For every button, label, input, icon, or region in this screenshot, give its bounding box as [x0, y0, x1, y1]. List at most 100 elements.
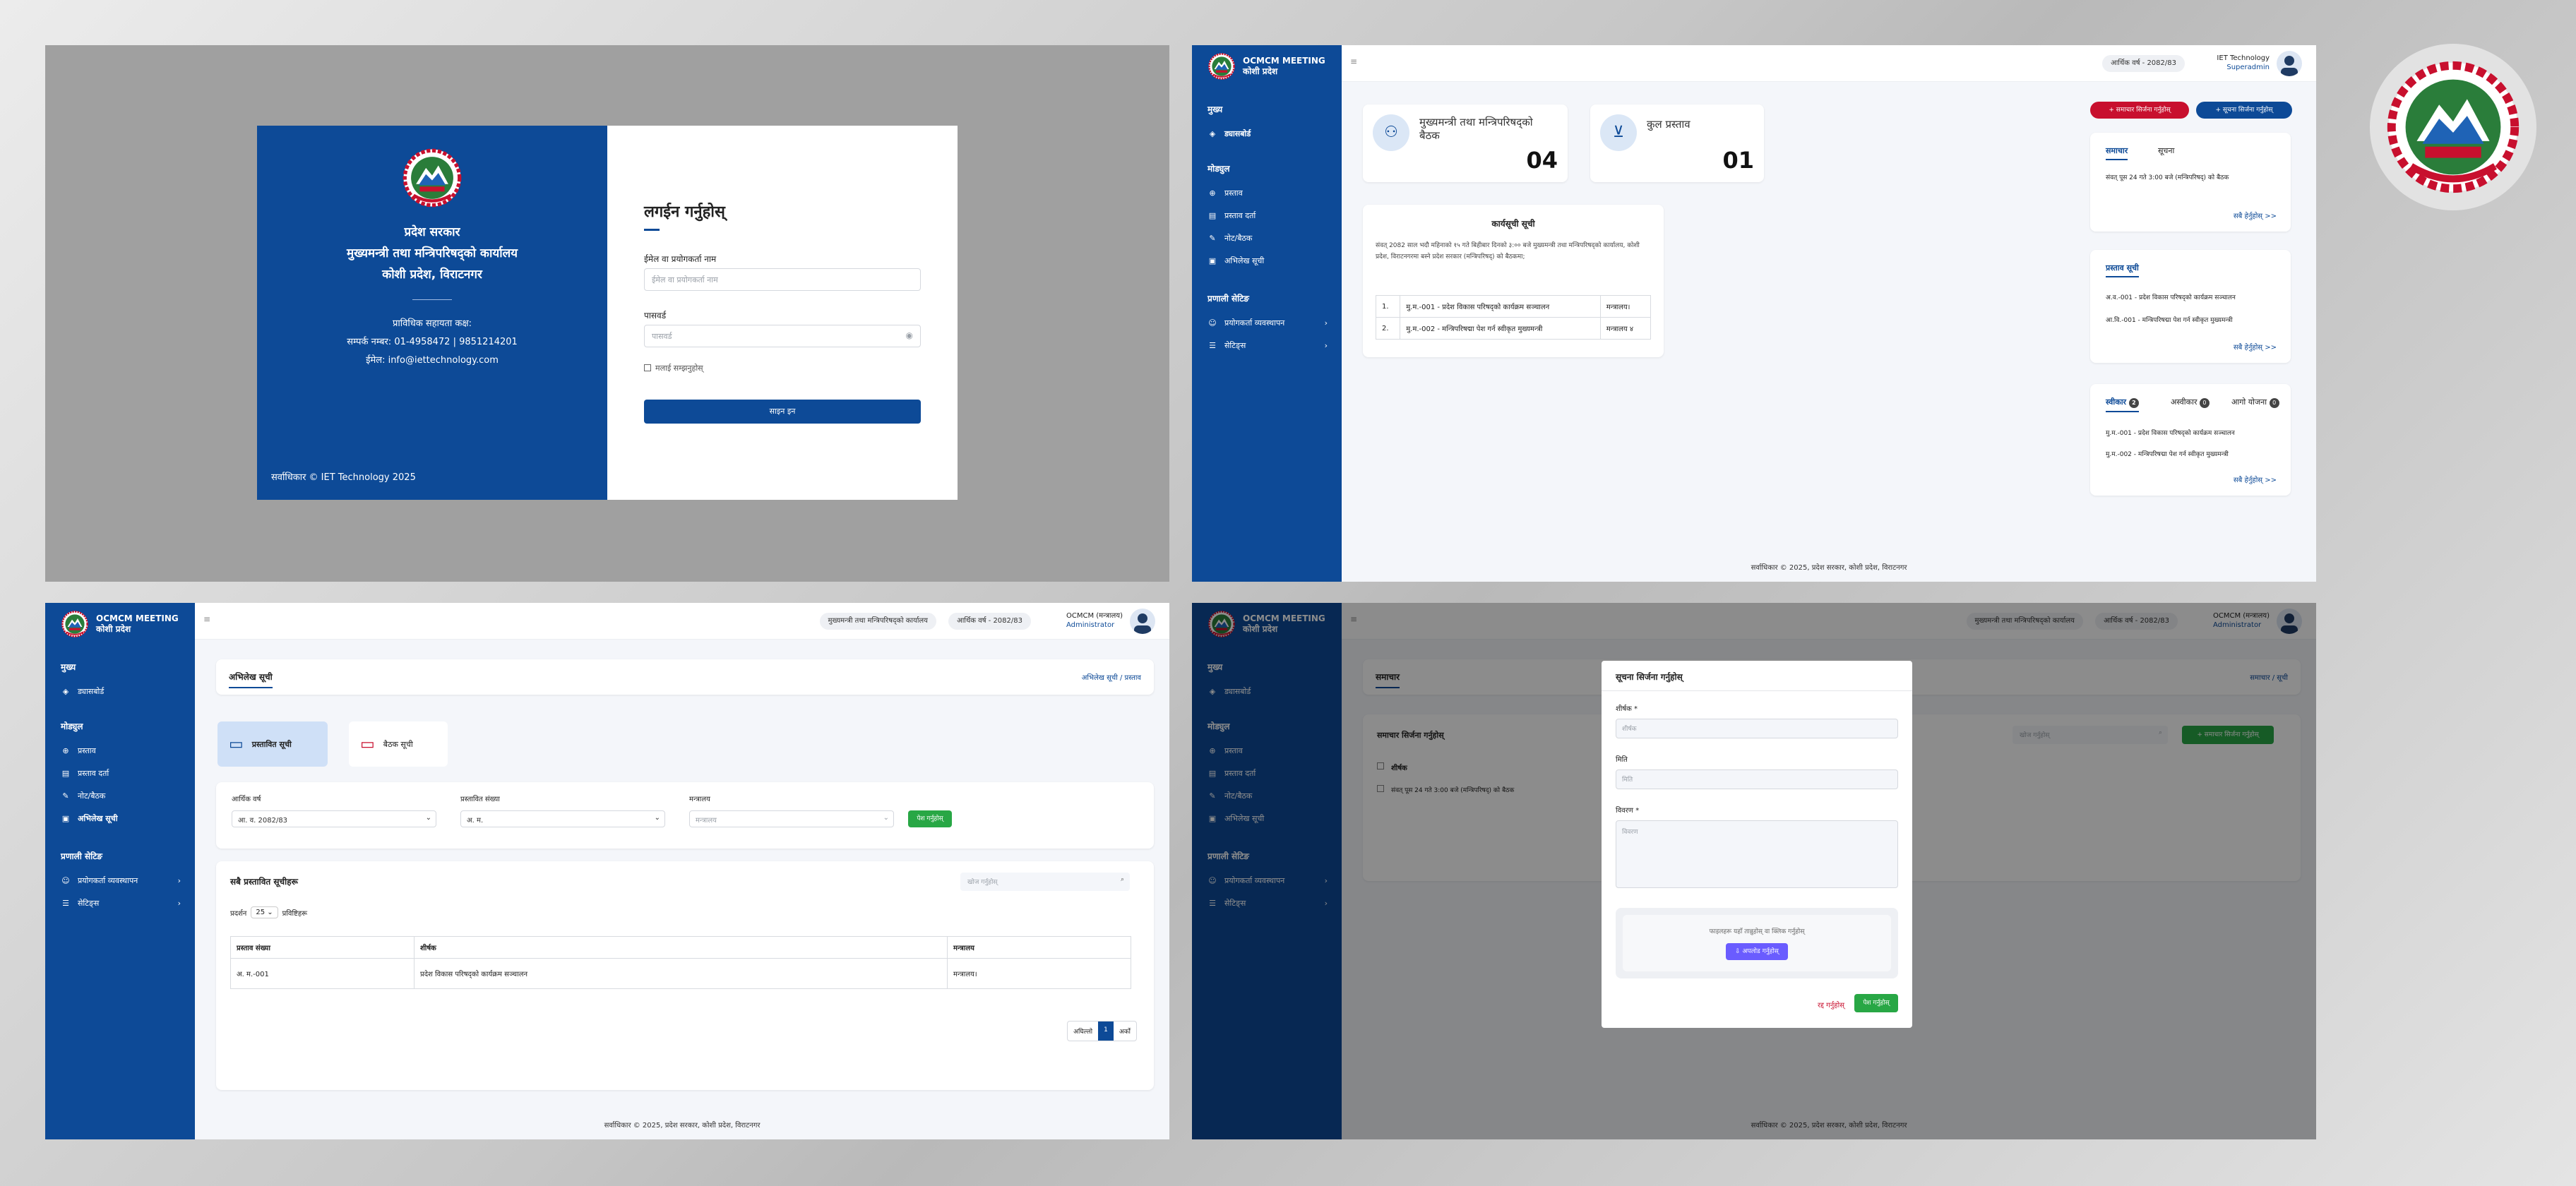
tab-notice[interactable]: सूचना — [2158, 145, 2174, 156]
prev-page-button[interactable]: अघिल्लो — [1068, 1022, 1098, 1041]
description-label: विवरण * — [1616, 807, 1640, 815]
sidebar-item-proposal-register[interactable]: ▤ प्रस्ताव दर्ता — [1208, 210, 1328, 221]
fiscal-year-select[interactable]: आ. व. 2082/83 ⌄ — [232, 810, 436, 827]
table-row[interactable]: 2. मु.म.-002 - मन्त्रिपरिषद्मा पेश गर्न स… — [1375, 317, 1652, 340]
sidebar-item-label: प्रस्ताव दर्ता — [78, 769, 109, 778]
list-item[interactable]: आ.वि.-001 - मन्त्रिपरिषद्मा पेश गर्न स्व… — [2106, 315, 2233, 324]
view-all-link[interactable]: सबै हेर्नुहोस् >> — [2234, 210, 2277, 220]
tab-label: अस्वीकार — [2171, 397, 2198, 407]
sidebar-item-proposal[interactable]: ⊕ प्रस्ताव — [61, 745, 181, 756]
sidebar: OCMCM MEETING कोशी प्रदेश मुख्य ◈ ड्यासबोर… — [45, 603, 195, 1139]
stat-card-meetings[interactable]: ⚇ मुख्यमन्त्री तथा मन्त्रिपरिषद्को बैठक … — [1363, 104, 1568, 182]
sidebar-brand[interactable]: OCMCM MEETING कोशी प्रदेश — [61, 609, 179, 640]
sidebar-item-dashboard[interactable]: ◈ ड्यासबोर्ड — [1208, 128, 1328, 139]
sidebar-item-users[interactable]: ☺ प्रयोगकर्ता व्यवस्थापन › — [61, 875, 181, 886]
users-icon: ☺ — [61, 876, 70, 885]
create-news-button[interactable]: + समाचार सिर्जना गर्नुहोस् — [2090, 102, 2189, 119]
next-page-button[interactable]: अर्को — [1114, 1022, 1136, 1041]
upload-button[interactable]: ⇩ अपलोड गर्नुहोस् — [1726, 943, 1788, 960]
view-all-link[interactable]: सबै हेर्नुहोस् >> — [2234, 342, 2277, 352]
tab-label: स्वीकार — [2106, 397, 2127, 407]
user-role: Superadmin — [2226, 64, 2270, 71]
cell: 1. — [1375, 295, 1401, 318]
section-modules: मोड्युल — [1208, 164, 1230, 174]
sidebar-item-settings[interactable]: ☰ सेटिङ्स › — [1208, 340, 1328, 351]
tab-pending[interactable]: आगो योजना 0 — [2231, 397, 2279, 408]
brand-title: OCMCM MEETING — [96, 613, 179, 623]
filter-ministry-label: मन्त्रालय — [689, 796, 710, 803]
user-info[interactable]: IET Technology Superadmin — [2217, 54, 2270, 72]
password-field[interactable]: पासवर्ड ◉ — [644, 325, 921, 347]
menu-toggle-icon[interactable]: ≡ — [203, 614, 210, 624]
view-all-link[interactable]: सबै हेर्नुहोस् >> — [2234, 474, 2277, 484]
login-info-card: प्रदेश सरकार मुख्यमन्त्री तथा मन्त्रिपरि… — [257, 126, 607, 500]
office-pill[interactable]: मुख्यमन्त्री तथा मन्त्रिपरिषद्को कार्याल… — [819, 613, 936, 630]
table-row[interactable]: अ. म.-001 प्रदेश विकास परिषद्को कार्यक्रम… — [230, 958, 1131, 989]
column-header[interactable]: शीर्षक — [414, 936, 948, 959]
create-notice-button[interactable]: + सूचना सिर्जना गर्नुहोस् — [2196, 102, 2292, 119]
fiscal-year-pill[interactable]: आर्थिक वर्ष - 2082/83 — [2102, 55, 2185, 72]
sidebar-item-settings[interactable]: ☰ सेटिङ्स › — [61, 898, 181, 909]
sidebar-item-dashboard[interactable]: ◈ ड्यासबोर्ड — [61, 686, 181, 697]
date-input[interactable]: मिति — [1616, 769, 1898, 789]
user-info[interactable]: OCMCM (मन्त्रालय) Administrator — [1066, 611, 1123, 630]
sidebar-item-records[interactable]: ▣ अभिलेख सूची — [1208, 256, 1328, 266]
section-system: प्रणाली सेटिङ — [61, 851, 102, 861]
email-field[interactable]: ईमेल वा प्रयोगकर्ता नाम — [644, 268, 921, 291]
emblem-icon — [61, 610, 89, 638]
remember-checkbox[interactable] — [644, 364, 651, 371]
news-modal-panel: OCMCM MEETING कोशी प्रदेश मुख्य ◈ ड्यासबोर… — [1192, 603, 2316, 1139]
tab-approved[interactable]: स्वीकार 2 — [2106, 397, 2139, 412]
agenda-text: संवत् 2082 साल भदौ महिनाको १५ गते बिहीबा… — [1376, 242, 1640, 260]
list-item[interactable]: अ.व.-001 - प्रदेश विकास परिषद्को कार्यक्… — [2106, 292, 2236, 301]
tab-news[interactable]: समाचार — [2106, 145, 2128, 160]
tab-rejected[interactable]: अस्वीकार 0 — [2171, 397, 2210, 408]
search-input[interactable]: खोज गर्नुहोस् ⌕ — [960, 873, 1130, 891]
cancel-button[interactable]: रद्द गर्नुहोस् — [1818, 1000, 1844, 1010]
stat-card-proposals[interactable]: ⊻ कुल प्रस्ताव 01 — [1590, 104, 1764, 182]
filter-submit-button[interactable]: पेश गर्नुहोस् — [908, 810, 952, 827]
fiscal-year-pill[interactable]: आर्थिक वर्ष - 2082/83 — [948, 613, 1031, 630]
government-emblem-icon — [2370, 44, 2536, 210]
sidebar-item-proposal[interactable]: ⊕ प्रस्ताव — [1208, 188, 1328, 198]
ministry-select[interactable]: मन्त्रालय ⌄ — [689, 810, 894, 827]
sidebar-item-label: नोट/बैठक — [78, 791, 106, 801]
table-row[interactable]: 1. मु.म.-001 - प्रदेश विकास परिषद्को कार्… — [1375, 295, 1652, 318]
list-title: सबै प्रस्तावित सूचीहरू — [230, 877, 298, 887]
avatar[interactable] — [2277, 51, 2302, 76]
menu-toggle-icon[interactable]: ≡ — [1350, 56, 1357, 66]
sidebar-item-notes[interactable]: ✎ नोट/बैठक — [61, 791, 181, 801]
note-icon: ✎ — [1209, 234, 1216, 243]
sidebar-item-label: अभिलेख सूची — [1224, 256, 1265, 265]
sidebar-item-users[interactable]: ☺ प्रयोगकर्ता व्यवस्थापन › — [1208, 318, 1328, 328]
list-item[interactable]: मु.म.-002 - मन्त्रिपरिषद्मा पेश गर्न स्व… — [2106, 449, 2229, 458]
tab-proposed-list[interactable]: ▭ प्रस्तावित सूची — [217, 721, 328, 767]
eye-icon[interactable]: ◉ — [906, 330, 913, 340]
column-header[interactable]: मन्त्रालय — [947, 936, 1131, 959]
tab-meeting-list[interactable]: ▭ बैठक सूची — [349, 721, 448, 767]
column-header[interactable]: प्रस्ताव संख्या — [230, 936, 415, 959]
sign-in-button[interactable]: साइन इन — [644, 400, 921, 424]
page-title: अभिलेख सूची — [229, 671, 273, 688]
sidebar-brand[interactable]: OCMCM MEETING कोशी प्रदेश — [1208, 51, 1325, 82]
breadcrumb[interactable]: अभिलेख सूची / प्रस्ताव — [1082, 672, 1141, 682]
select-value: 25 — [256, 909, 266, 916]
save-button[interactable]: पेश गर्नुहोस् — [1854, 994, 1898, 1012]
page-button[interactable]: 1 — [1098, 1022, 1114, 1041]
proposal-list-card: सबै प्रस्तावित सूचीहरू खोज गर्नुहोस् ⌕ प्… — [216, 861, 1154, 1090]
upload-dropzone[interactable]: फाइलहरू यहाँ तान्नुहोस् वा क्लिक गर्नुहो… — [1616, 908, 1898, 978]
avatar[interactable] — [1130, 609, 1155, 634]
sidebar-item-notes[interactable]: ✎ नोट/बैठक — [1208, 233, 1328, 244]
page-size-select[interactable]: 25 ⌄ — [251, 906, 278, 918]
sidebar-item-records[interactable]: ▣ अभिलेख सूची — [61, 813, 181, 824]
agenda-table: 1. मु.म.-001 - प्रदेश विकास परिषद्को कार्… — [1375, 295, 1652, 340]
sidebar-item-proposal-register[interactable]: ▤ प्रस्ताव दर्ता — [61, 768, 181, 779]
list-item[interactable]: संवत् पूस 24 गते 3:00 बजे (मन्त्रिपरिषद्… — [2106, 172, 2229, 181]
users-icon: ☺ — [1208, 318, 1217, 328]
proposal-number-select[interactable]: अ. म. ⌄ — [460, 810, 665, 827]
section-system: प्रणाली सेटिङ — [1208, 294, 1249, 304]
modal-title: सूचना सिर्जना गर्नुहोस् — [1616, 672, 1683, 682]
title-input[interactable]: शीर्षक — [1616, 719, 1898, 738]
list-item[interactable]: मु.म.-001 - प्रदेश विकास परिषद्को कार्यक… — [2106, 428, 2235, 437]
description-textarea[interactable]: विवरण — [1616, 820, 1898, 888]
